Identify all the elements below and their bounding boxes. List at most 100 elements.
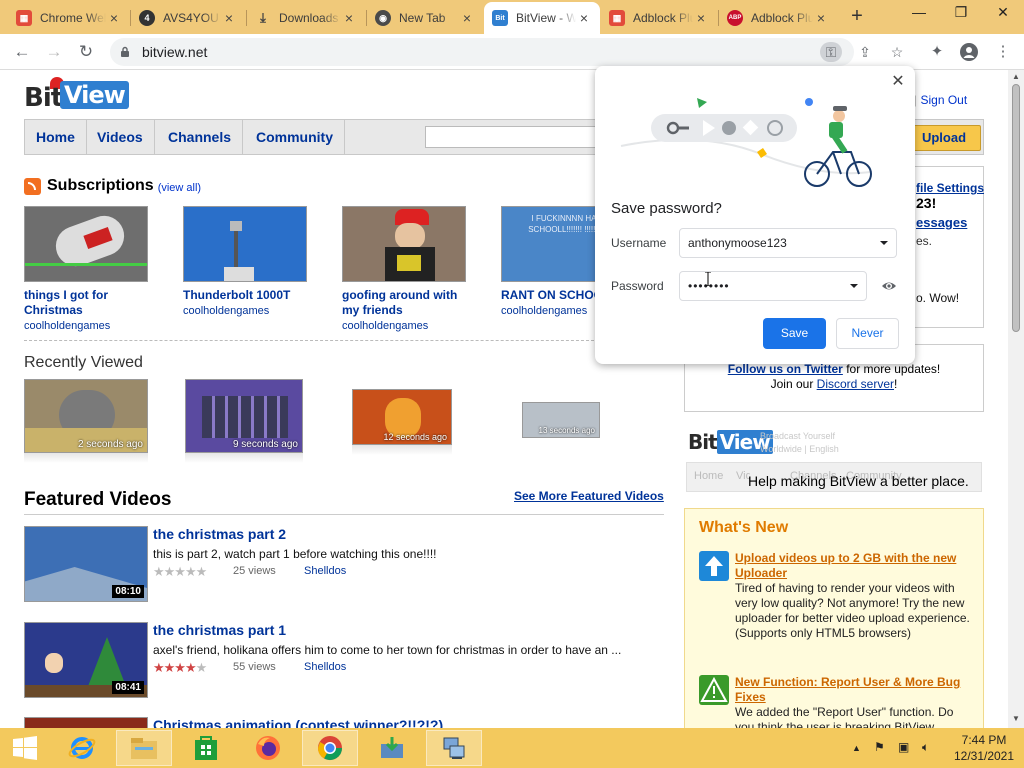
featured-video[interactable]: 08:10 the christmas part 2 this is part … [24,526,664,610]
video-user[interactable]: coolholdengames [24,320,154,332]
installer-icon[interactable] [364,730,420,766]
eye-icon[interactable] [881,278,897,294]
nav-home[interactable]: Home [25,120,87,154]
video-thumbnail[interactable]: 2 seconds ago [24,379,148,453]
twitter-link[interactable]: Follow us on Twitter [728,362,843,376]
sign-out-link[interactable]: Sign Out [920,93,967,107]
subscription-video[interactable]: goofing around with my friends coolholde… [342,206,472,332]
close-tab-icon[interactable]: × [341,10,357,26]
save-button[interactable]: Save [763,318,826,349]
scroll-down-arrow[interactable]: ▼ [1008,714,1024,723]
browser-tab[interactable]: ▦ Adblock Plus × [601,2,717,34]
extensions-puzzle-icon[interactable]: ✦ [926,41,948,63]
whats-new-item-title[interactable]: Upload videos up to 2 GB with the new Up… [735,551,975,581]
close-tab-icon[interactable]: × [106,10,122,26]
firefox-icon[interactable] [240,730,296,766]
chevron-down-icon[interactable] [878,237,890,249]
browser-tab[interactable]: ▦ Chrome Web Store × [8,2,130,34]
tray-overflow-icon[interactable]: ▲ [852,743,861,753]
video-thumbnail[interactable]: 12 seconds ago [352,389,452,445]
nav-community[interactable]: Community [245,120,345,154]
video-user[interactable]: coolholdengames [342,320,472,332]
bitview-logo[interactable]: Bit View [24,77,129,115]
password-key-icon[interactable]: ⚿ [820,42,842,62]
bookmark-star-icon[interactable]: ☆ [886,42,908,62]
video-user[interactable]: coolholdengames [183,305,313,317]
network-icon[interactable]: ▣ [898,740,909,754]
subscription-video[interactable]: things I got for Christmas coolholdengam… [24,206,154,332]
video-title[interactable]: Thunderbolt 1000T [183,288,313,303]
video-title[interactable]: Christmas animation (contest winner?!!?!… [153,717,443,728]
scroll-thumb[interactable] [1012,84,1020,332]
reload-button[interactable]: ↻ [74,40,98,64]
recent-video[interactable]: 2 seconds ago [24,379,148,463]
store-icon[interactable] [178,730,234,766]
video-thumbnail[interactable] [342,206,466,282]
recent-video[interactable]: 13 seconds ago [522,402,600,438]
never-button[interactable]: Never [836,318,899,349]
messages-link[interactable]: essages [916,215,967,230]
start-button[interactable] [0,730,50,766]
profile-settings-link[interactable]: file Settings [916,181,984,195]
scroll-up-arrow[interactable]: ▲ [1008,72,1024,81]
close-icon[interactable]: ✕ [888,72,908,92]
video-owner[interactable]: Shelldos [304,661,346,673]
discord-link[interactable]: Discord server [817,377,894,391]
video-thumbnail[interactable]: 08:41 [24,622,148,698]
nav-videos[interactable]: Videos [86,120,155,154]
username-field[interactable]: anthonymoose123 [679,228,897,258]
taskbar-clock[interactable]: 7:44 PM 12/31/2021 [946,732,1022,764]
browser-tab[interactable]: ◉ New Tab × [367,2,483,34]
browser-tab[interactable]: ABP Adblock Plus × [719,2,837,34]
volume-icon[interactable]: 🔈︎ [922,740,929,755]
nav-channels[interactable]: Channels [157,120,244,154]
featured-video[interactable]: 08:41 the christmas part 1 axel's friend… [24,622,664,706]
close-tab-icon[interactable]: × [813,10,829,26]
video-title[interactable]: the christmas part 1 [153,622,286,638]
video-thumbnail[interactable] [183,206,307,282]
close-tab-icon[interactable]: × [221,10,237,26]
see-more-featured-link[interactable]: See More Featured Videos [514,489,664,503]
view-all-link[interactable]: (view all) [158,182,201,194]
forward-button[interactable]: → [42,40,66,64]
internet-explorer-icon[interactable] [54,730,110,766]
restore-button[interactable]: ❐ [940,0,982,26]
page-scrollbar[interactable]: ▲ ▼ [1008,70,1024,728]
chevron-down-icon[interactable] [848,280,860,292]
share-icon[interactable]: ⇪ [854,42,876,62]
recent-video[interactable]: 12 seconds ago [352,389,452,455]
video-thumbnail[interactable]: 9 seconds ago [185,379,303,453]
address-bar[interactable]: bitview.net ⚿ ⇪ ☆ [110,38,903,66]
video-title[interactable]: the christmas part 2 [153,526,286,542]
recent-video[interactable]: 9 seconds ago [185,379,303,463]
video-title[interactable]: goofing around with my friends [342,288,472,318]
browser-tab[interactable]: ⤓ Downloads × [247,2,365,34]
browser-tab-active[interactable]: Bit BitView - Watch × [484,2,600,34]
minimize-button[interactable]: — [898,0,940,26]
video-thumbnail[interactable] [24,717,148,728]
clock-date: 12/31/2021 [953,749,1015,763]
back-button[interactable]: ← [10,40,34,64]
site-search-input[interactable] [425,126,605,148]
browser-tab[interactable]: 4 AVS4YOU × [131,2,245,34]
computer-network-icon[interactable] [426,730,482,766]
chrome-taskbar-icon[interactable] [302,730,358,766]
video-title[interactable]: things I got for Christmas [24,288,154,318]
close-tab-icon[interactable]: × [576,10,592,26]
video-thumbnail[interactable]: 13 seconds ago [522,402,600,438]
video-owner[interactable]: Shelldos [304,565,346,577]
video-thumbnail[interactable] [24,206,148,282]
video-thumbnail[interactable]: 08:10 [24,526,148,602]
flag-icon[interactable]: ⚑ [874,740,885,754]
whats-new-item-title[interactable]: New Function: Report User & More Bug Fix… [735,675,975,705]
profile-avatar-icon[interactable] [958,41,980,63]
subscription-video[interactable]: Thunderbolt 1000T coolholdengames [183,206,313,317]
close-tab-icon[interactable]: × [693,10,709,26]
featured-video[interactable]: Christmas animation (contest winner?!!?!… [24,717,664,728]
new-tab-button[interactable]: + [844,4,870,30]
file-explorer-icon[interactable] [116,730,172,766]
upload-button[interactable]: Upload [907,125,981,151]
chrome-menu-icon[interactable]: ⋮ [992,41,1014,63]
close-window-button[interactable]: ✕ [982,0,1024,26]
close-tab-icon[interactable]: × [459,10,475,26]
